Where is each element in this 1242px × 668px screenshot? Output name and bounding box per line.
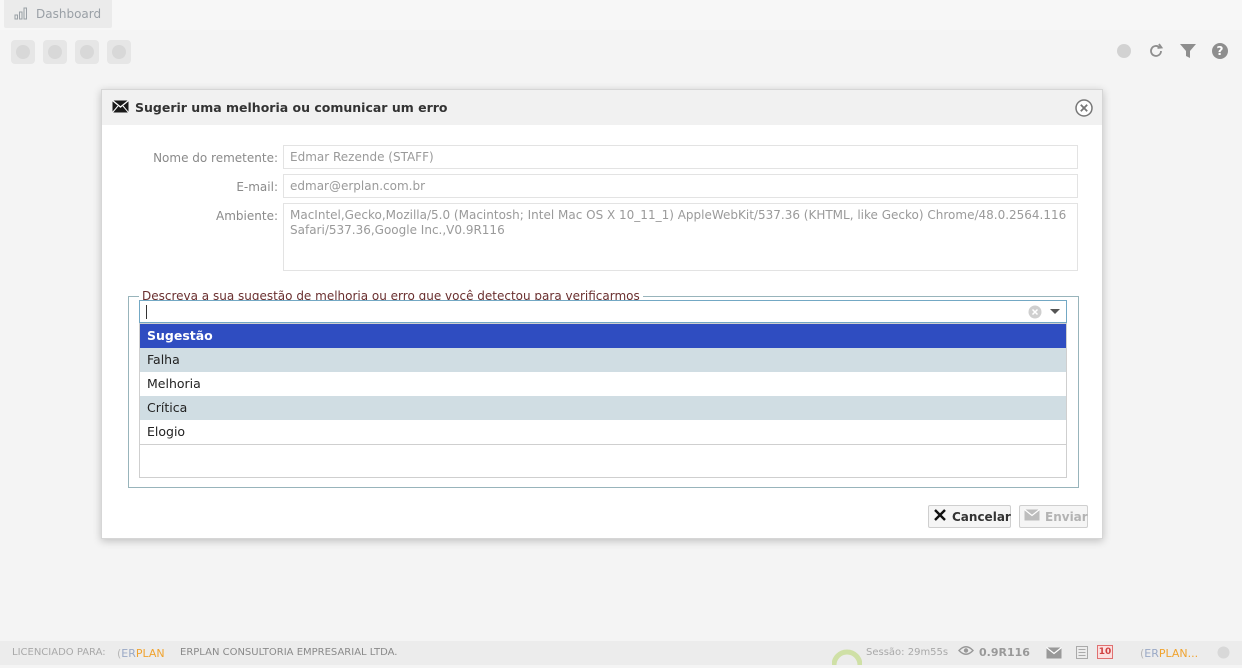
tab-dashboard[interactable]: Dashboard bbox=[4, 0, 112, 28]
toolbar-left bbox=[11, 40, 131, 64]
erplan-logo: (ERPLAN bbox=[117, 647, 165, 660]
type-dropdown-list: Sugestão Falha Melhoria Crítica Elogio bbox=[139, 323, 1067, 478]
version-indicator[interactable]: 0.9R116 bbox=[958, 645, 1030, 659]
company-name: ERPLAN CONSULTORIA EMPRESARIAL LTDA. bbox=[180, 647, 398, 658]
tab-label: Dashboard bbox=[36, 7, 102, 21]
toolbar-button-4[interactable] bbox=[107, 40, 131, 64]
status-circle-icon bbox=[1217, 646, 1230, 662]
environment-field[interactable]: MacIntel,Gecko,Mozilla/5.0 (Macintosh; I… bbox=[283, 203, 1078, 271]
dropdown-empty-area bbox=[140, 444, 1066, 478]
cancel-button[interactable]: Cancelar bbox=[928, 505, 1011, 528]
text-caret bbox=[146, 305, 147, 319]
option-critica[interactable]: Crítica bbox=[140, 396, 1066, 420]
toolbar-button-2[interactable] bbox=[43, 40, 67, 64]
toolbar-button-3[interactable] bbox=[75, 40, 99, 64]
licensed-label: LICENCIADO PARA: bbox=[12, 647, 106, 658]
send-label: Enviar bbox=[1045, 509, 1088, 524]
mail-icon[interactable] bbox=[1046, 647, 1062, 662]
environment-label: Ambiente: bbox=[216, 209, 278, 223]
toolbar-button-1[interactable] bbox=[11, 40, 35, 64]
document-icon[interactable] bbox=[1076, 646, 1088, 662]
circle-icon bbox=[16, 45, 30, 59]
circle-icon bbox=[112, 45, 126, 59]
top-bar: Dashboard bbox=[0, 0, 1242, 30]
option-melhoria[interactable]: Melhoria bbox=[140, 372, 1066, 396]
sender-label: Nome do remetente: bbox=[153, 151, 278, 165]
sender-field[interactable]: Edmar Rezende (STAFF) bbox=[283, 145, 1078, 169]
circle-icon bbox=[80, 45, 94, 59]
envelope-icon bbox=[112, 99, 129, 116]
option-sugestao[interactable]: Sugestão bbox=[140, 324, 1066, 348]
bar-chart-icon bbox=[14, 6, 30, 23]
send-button[interactable]: Enviar bbox=[1019, 505, 1088, 528]
email-label: E-mail: bbox=[236, 180, 278, 194]
toolbar-right: ? bbox=[1114, 41, 1230, 61]
status-bar: LICENCIADO PARA: (ERPLAN ERPLAN CONSULTO… bbox=[0, 641, 1242, 666]
refresh-icon[interactable] bbox=[1146, 41, 1166, 61]
dialog-header: Sugerir uma melhoria ou comunicar um err… bbox=[102, 90, 1102, 125]
email-field[interactable]: edmar@erplan.com.br bbox=[283, 174, 1078, 198]
chevron-down-icon[interactable] bbox=[1050, 309, 1060, 314]
envelope-icon bbox=[1024, 509, 1040, 524]
help-icon[interactable]: ? bbox=[1210, 41, 1230, 61]
session-timer: Sessão: 29m55s bbox=[866, 647, 949, 658]
filter-icon[interactable] bbox=[1178, 41, 1198, 61]
status-circle-icon[interactable] bbox=[1114, 41, 1134, 61]
cancel-label: Cancelar bbox=[952, 509, 1011, 524]
svg-text:?: ? bbox=[1217, 44, 1224, 58]
close-x-icon bbox=[933, 508, 947, 525]
dialog-title: Sugerir uma melhoria ou comunicar um err… bbox=[135, 100, 448, 115]
close-icon[interactable] bbox=[1075, 99, 1093, 117]
erplan-logo-right: (ERPLAN... bbox=[1140, 647, 1199, 660]
circle-icon bbox=[48, 45, 62, 59]
calendar-badge[interactable]: 10 bbox=[1097, 645, 1113, 659]
option-elogio[interactable]: Elogio bbox=[140, 420, 1066, 444]
eye-icon bbox=[958, 645, 974, 659]
option-falha[interactable]: Falha bbox=[140, 348, 1066, 372]
version-label: 0.9R116 bbox=[979, 645, 1030, 659]
suggestion-dialog: Sugerir uma melhoria ou comunicar um err… bbox=[101, 89, 1103, 539]
clear-icon[interactable] bbox=[1028, 305, 1042, 319]
type-combobox[interactable] bbox=[139, 300, 1067, 323]
